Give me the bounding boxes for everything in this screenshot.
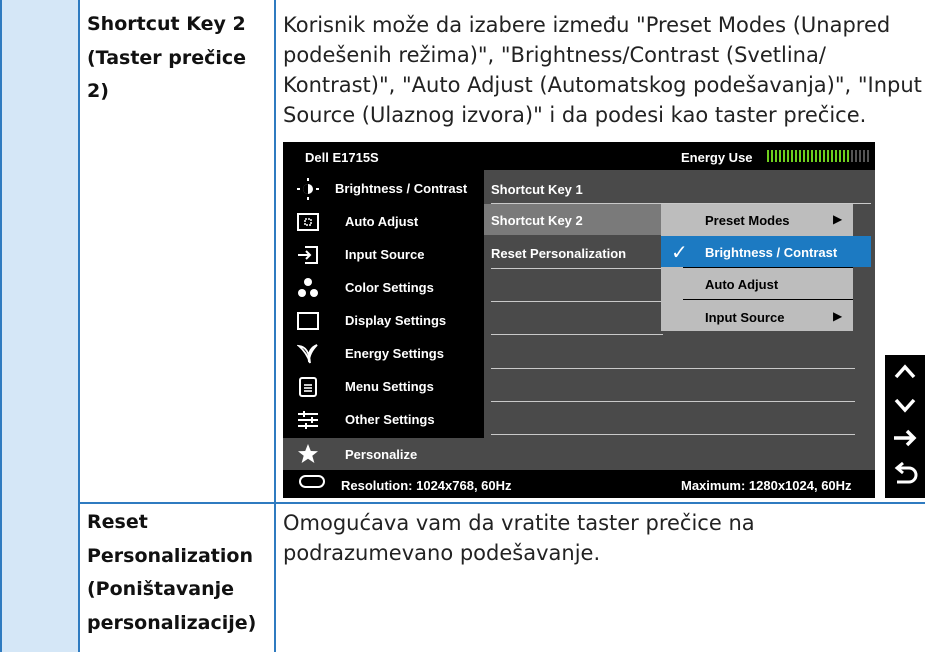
menu-label: Brightness / Contrast [335, 181, 468, 196]
back-button[interactable] [885, 454, 925, 498]
osd-screenshot: Dell E1715S Energy Use Brightness / Cont… [283, 142, 875, 498]
table-border-col2 [274, 0, 276, 652]
auto-adjust-icon [297, 213, 319, 231]
label-line: personalizacije) [87, 611, 257, 634]
menu-item-other-settings[interactable]: Other Settings [283, 403, 488, 436]
osd-resolution: Resolution: 1024x768, 60Hz [341, 478, 512, 493]
divider [491, 203, 871, 204]
option-auto-adjust[interactable]: Auto Adjust [661, 268, 853, 299]
menu-label: Color Settings [345, 280, 434, 295]
right-arrow-icon [894, 429, 917, 447]
divider [491, 434, 855, 435]
menu-label: Personalize [345, 447, 418, 462]
osd-model-name: Dell E1715S [305, 150, 379, 165]
menu-item-auto-adjust[interactable]: Auto Adjust [283, 205, 488, 238]
desc-line: podešenih režima)", "Brightness/Contrast… [283, 43, 826, 67]
label-line: Reset [87, 511, 148, 533]
desc-line: Omogućava vam da vratite taster prečice … [283, 511, 755, 535]
osd-maximum: Maximum: 1280x1024, 60Hz [681, 478, 852, 493]
option-input-source[interactable]: Input Source ▶ [661, 301, 853, 332]
chevron-right-icon: ▶ [833, 212, 843, 226]
menu-label: Energy Settings [345, 346, 444, 361]
row-label-shortcut-key-2: Shortcut Key 2 (Taster prečice 2) [87, 8, 267, 109]
other-settings-icon [298, 411, 318, 429]
option-label: Auto Adjust [705, 277, 779, 292]
menu-label: Display Settings [345, 313, 447, 328]
input-source-icon [298, 246, 318, 264]
right-arrow-button[interactable] [885, 421, 925, 454]
menu-label: Other Settings [345, 412, 435, 427]
left-column-cell [0, 0, 78, 652]
row-label-reset-personalization: Reset Personalization (Poništavanje pers… [87, 506, 267, 640]
down-arrow-icon [894, 398, 916, 413]
submenu-item-shortcut-key-2[interactable]: Shortcut Key 2 [491, 213, 583, 228]
color-settings-icon [298, 278, 318, 297]
chevron-right-icon: ▶ [833, 309, 843, 323]
option-label: Input Source [705, 310, 785, 325]
checkmark-icon: ✓ [671, 242, 688, 264]
energy-settings-icon [297, 344, 318, 364]
divider [491, 268, 661, 269]
up-arrow-button[interactable] [885, 355, 925, 388]
label-line: Personalization [87, 544, 253, 567]
desc-line: Source (Ulaznog izvora)" i da podesi kao… [283, 103, 867, 127]
menu-item-menu-settings[interactable]: Menu Settings [283, 370, 488, 403]
desc-line: podrazumevano podešavanje. [283, 541, 601, 565]
osd-energy-label: Energy Use [681, 150, 753, 165]
menu-label: Menu Settings [345, 379, 434, 394]
energy-meter [767, 150, 871, 162]
divider [491, 368, 855, 369]
option-label: Brightness / Contrast [705, 245, 838, 260]
desc-line: Kontrast)", "Auto Adjust (Automatskog po… [283, 73, 922, 97]
submenu-item-reset-personalization[interactable]: Reset Personalization [491, 246, 626, 261]
down-arrow-button[interactable] [885, 388, 925, 421]
desc-line: Korisnik može da izabere između "Preset … [283, 13, 891, 37]
menu-item-input-source[interactable]: Input Source [283, 238, 488, 271]
divider [683, 267, 853, 268]
menu-item-display-settings[interactable]: Display Settings [283, 304, 488, 337]
option-brightness-contrast[interactable]: ✓ Brightness / Contrast [661, 236, 871, 267]
display-settings-icon [297, 312, 319, 330]
back-icon [894, 461, 918, 484]
row-description-reset-personalization: Omogućava vam da vratite taster prečice … [283, 508, 923, 568]
label-line: (Poništavanje [87, 578, 235, 600]
submenu-item-shortcut-key-1[interactable]: Shortcut Key 1 [491, 182, 583, 197]
menu-item-brightness-contrast[interactable]: Brightness / Contrast [283, 172, 488, 205]
menu-settings-icon [299, 377, 317, 397]
menu-label: Input Source [345, 247, 425, 262]
up-arrow-icon [894, 364, 916, 379]
menu-item-personalize[interactable]: Personalize [283, 438, 488, 470]
option-preset-modes[interactable]: Preset Modes ▶ [661, 204, 853, 235]
menu-item-energy-settings[interactable]: Energy Settings [283, 337, 488, 370]
resolution-icon [299, 475, 325, 488]
table-row-divider [78, 502, 925, 504]
star-icon [298, 444, 318, 463]
option-label: Preset Modes [705, 213, 790, 228]
divider [683, 299, 853, 300]
brightness-icon [297, 178, 319, 200]
label-line: Shortcut Key 2 [87, 13, 246, 35]
table-border-col1 [78, 0, 80, 652]
menu-item-color-settings[interactable]: Color Settings [283, 271, 488, 304]
divider [491, 401, 855, 402]
menu-label: Auto Adjust [345, 214, 419, 229]
divider [491, 301, 661, 302]
row-description-shortcut-key-2: Korisnik može da izabere između "Preset … [283, 10, 923, 130]
divider [491, 334, 663, 335]
label-line: (Taster prečice 2) [87, 46, 247, 103]
table-border-left [0, 0, 2, 652]
